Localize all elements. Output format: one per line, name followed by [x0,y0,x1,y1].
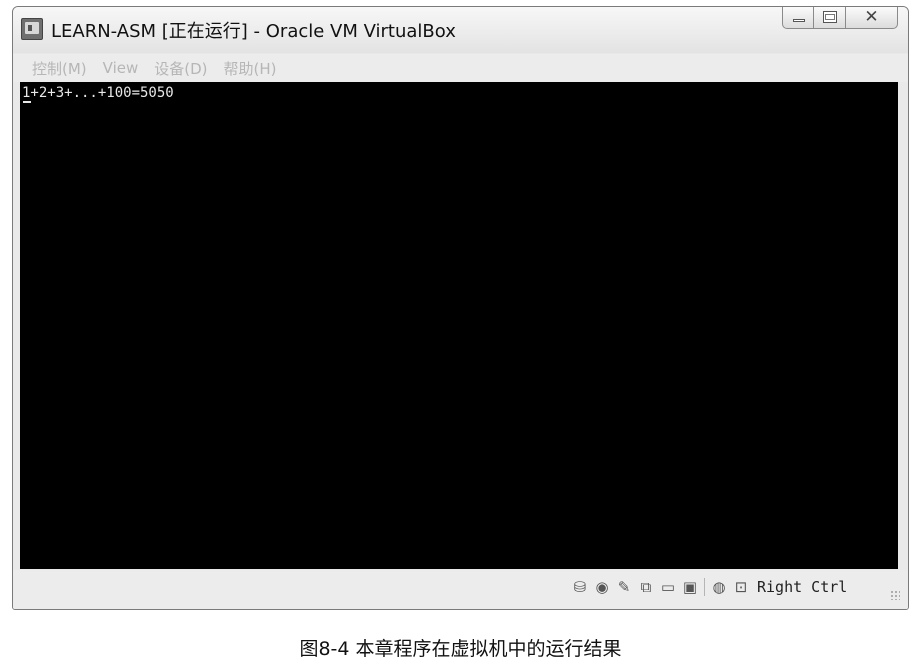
usb-icon[interactable]: ✎ [616,578,632,596]
close-icon: ✕ [864,7,879,27]
text-cursor [23,101,31,103]
close-button[interactable]: ✕ [846,7,898,29]
mouse-capture-icon[interactable]: ⊡ [733,578,749,596]
shared-folders-icon[interactable]: ⧉ [638,578,654,596]
window-controls: ✕ [782,7,898,31]
hard-disk-icon[interactable]: ⛁ [572,578,588,596]
status-indicators: ⛁ ◉ ✎ ⧉ ▭ ▣ ◍ ⊡ Right Ctrl [572,576,847,598]
menu-bar: 控制(M) View 设备(D) 帮助(H) [13,54,908,82]
recording-icon[interactable]: ▣ [682,578,698,596]
menu-view[interactable]: View [103,59,139,77]
minimize-icon [793,19,805,22]
status-bar: ⛁ ◉ ✎ ⧉ ▭ ▣ ◍ ⊡ Right Ctrl [13,570,908,609]
vm-display[interactable]: 1+2+3+...+100=5050 [20,82,898,569]
virtualbox-window: LEARN-ASM [正在运行] - Oracle VM VirtualBox … [12,6,909,610]
network-icon[interactable]: ◍ [711,578,727,596]
optical-drive-icon[interactable]: ◉ [594,578,610,596]
figure-caption: 图8-4 本章程序在虚拟机中的运行结果 [299,638,622,660]
menu-help[interactable]: 帮助(H) [224,58,277,79]
status-separator [704,578,705,596]
maximize-icon [823,11,837,23]
virtualbox-app-icon[interactable] [21,18,43,40]
console-output: 1+2+3+...+100=5050 [22,85,174,101]
menu-devices[interactable]: 设备(D) [154,58,207,79]
window-title: LEARN-ASM [正在运行] - Oracle VM VirtualBox [51,21,456,42]
host-key-label: Right Ctrl [757,578,848,596]
maximize-button[interactable] [814,7,846,29]
menu-machine[interactable]: 控制(M) [32,58,87,79]
title-bar[interactable]: LEARN-ASM [正在运行] - Oracle VM VirtualBox … [13,7,908,53]
resize-grip[interactable] [890,590,900,600]
display-icon[interactable]: ▭ [660,578,676,596]
minimize-button[interactable] [782,7,814,29]
